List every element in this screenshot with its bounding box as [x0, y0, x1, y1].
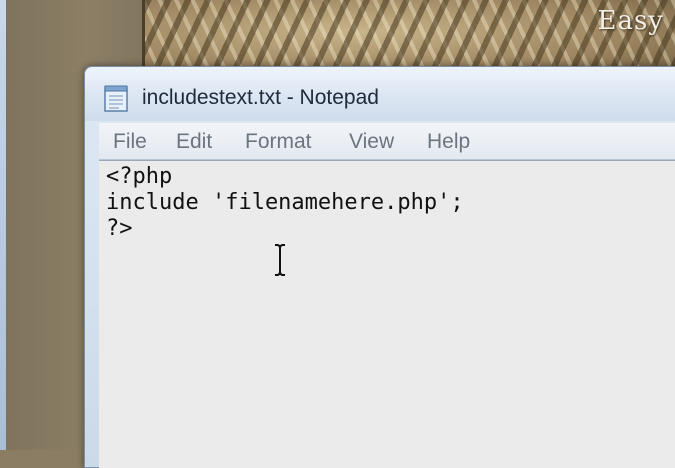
window-title: includestext.txt - Notepad: [142, 86, 379, 109]
notepad-window[interactable]: includestext.txt - Notepad File Edit For…: [84, 66, 675, 468]
menu-help[interactable]: Help: [427, 130, 470, 154]
editor-text: <?php include 'filenamehere.php'; ?>: [106, 164, 464, 241]
menu-bar: File Edit Format View Help: [99, 123, 675, 160]
i-beam-cursor-icon: [273, 243, 287, 277]
menu-edit[interactable]: Edit: [176, 130, 212, 154]
notepad-icon: [103, 84, 129, 112]
title-bar[interactable]: includestext.txt - Notepad: [85, 67, 675, 121]
menu-file[interactable]: File: [113, 130, 147, 154]
text-editor-area[interactable]: <?php include 'filenamehere.php'; ?>: [99, 160, 675, 468]
banner-text: Easy: [597, 6, 664, 36]
menu-format[interactable]: Format: [245, 130, 312, 154]
menu-view[interactable]: View: [349, 130, 394, 154]
